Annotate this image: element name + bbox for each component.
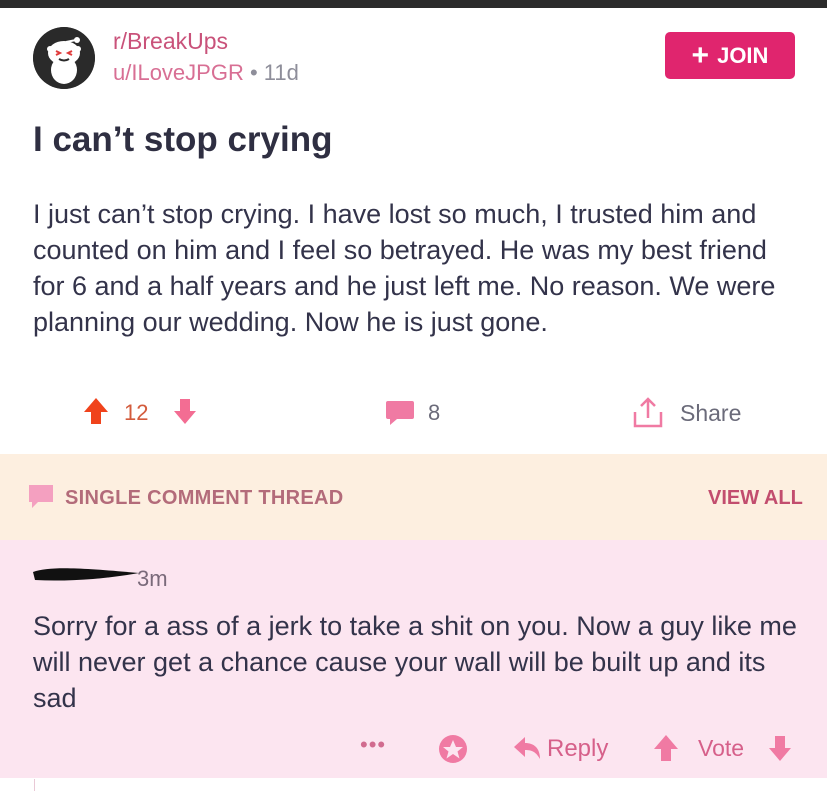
- share-button[interactable]: Share: [680, 400, 741, 427]
- downvote-arrow-icon[interactable]: [172, 396, 198, 431]
- post-card: r/BreakUps u/ILoveJPGR • 11d + JOIN I ca…: [0, 8, 827, 454]
- vote-label: Vote: [698, 735, 745, 761]
- top-status-strip: [0, 0, 827, 8]
- share-icon[interactable]: [632, 396, 664, 435]
- comment-age: 3m: [137, 566, 168, 591]
- more-dots-icon[interactable]: •••: [360, 732, 386, 758]
- post-title[interactable]: I can’t stop crying: [33, 120, 333, 160]
- reply-arrow-icon[interactable]: [512, 735, 542, 766]
- comment-card: 3m Sorry for a ass of a jerk to take a s…: [0, 540, 827, 778]
- author-link[interactable]: u/ILoveJPGR: [113, 60, 244, 85]
- bottom-strip: [0, 778, 827, 793]
- snoo-avatar-icon[interactable]: [33, 27, 95, 89]
- post-age: 11d: [263, 60, 299, 85]
- redacted-username: [31, 564, 141, 584]
- comment-count[interactable]: 8: [428, 400, 440, 426]
- post-body: I just can’t stop crying. I have lost so…: [33, 199, 776, 337]
- post-meta: u/ILoveJPGR • 11d: [113, 60, 299, 86]
- reply-button[interactable]: Reply: [547, 735, 608, 763]
- view-all-link[interactable]: VIEW ALL: [708, 487, 803, 510]
- comment-bubble-icon[interactable]: [385, 399, 415, 432]
- award-icon[interactable]: [437, 733, 469, 770]
- single-comment-thread-bar: SINGLE COMMENT THREAD VIEW ALL: [0, 454, 827, 540]
- comment-actions: ••• Reply Vote: [0, 730, 827, 766]
- meta-separator: •: [249, 60, 258, 85]
- comment-bubble-icon: [27, 484, 55, 515]
- thread-label: SINGLE COMMENT THREAD: [65, 487, 344, 509]
- subreddit-link[interactable]: r/BreakUps: [113, 28, 228, 55]
- upvote-arrow-icon[interactable]: [82, 396, 110, 431]
- join-button[interactable]: + JOIN: [665, 32, 795, 79]
- plus-icon: +: [691, 38, 710, 72]
- join-label: JOIN: [717, 42, 769, 68]
- thread-line: [34, 779, 35, 791]
- post-actions: 12 8 Share: [0, 396, 827, 432]
- downvote-arrow-icon[interactable]: [767, 733, 793, 768]
- post-score: 12: [124, 400, 149, 425]
- comment-text: Sorry for a ass of a jerk to take a shit…: [33, 611, 797, 713]
- upvote-arrow-icon[interactable]: [652, 733, 680, 768]
